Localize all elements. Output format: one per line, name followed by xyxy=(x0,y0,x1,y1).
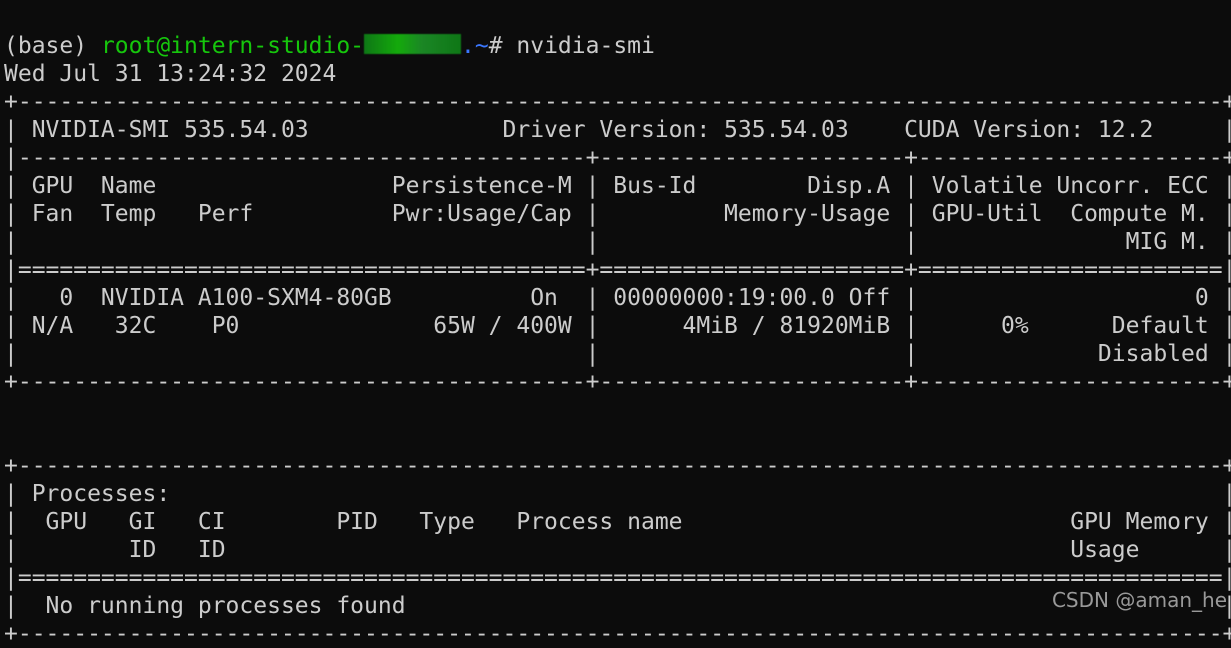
smi-line: | GPU GI CI PID Type Process name GPU Me… xyxy=(4,509,1231,535)
smi-line: |---------------------------------------… xyxy=(4,145,1231,171)
smi-table: +---------------------------------------… xyxy=(4,88,1231,648)
prompt-symbol: # xyxy=(488,33,517,59)
smi-line: +---------------------------------------… xyxy=(4,369,1231,395)
smi-line: +---------------------------------------… xyxy=(4,621,1231,647)
smi-line: | | | Disabled | xyxy=(4,341,1231,367)
smi-line: +---------------------------------------… xyxy=(4,89,1231,115)
prompt-line: (base) root@intern-studio-0123456.~# nvi… xyxy=(4,32,1231,60)
timestamp-line: Wed Jul 31 13:24:32 2024 xyxy=(4,61,337,87)
smi-line: | 0 NVIDIA A100-SXM4-80GB On | 00000000:… xyxy=(4,285,1231,311)
conda-env: (base) xyxy=(4,33,101,59)
smi-line: | Processes: | xyxy=(4,481,1231,507)
smi-line: | | | MIG M. | xyxy=(4,229,1231,255)
smi-line xyxy=(4,396,1231,424)
redacted-hostname: 0123456 xyxy=(364,34,461,54)
smi-line: | N/A 32C P0 65W / 400W | 4MiB / 81920Mi… xyxy=(4,313,1231,339)
smi-line: +---------------------------------------… xyxy=(4,453,1231,479)
smi-line: |=======================================… xyxy=(4,257,1231,283)
command-text[interactable]: nvidia-smi xyxy=(516,33,654,59)
current-directory: .~ xyxy=(460,33,489,59)
watermark: CSDN @aman_he xyxy=(1051,588,1227,612)
smi-line: | NVIDIA-SMI 535.54.03 Driver Version: 5… xyxy=(4,117,1231,143)
smi-line: | No running processes found | xyxy=(4,593,1231,619)
terminal-output: (base) root@intern-studio-0123456.~# nvi… xyxy=(4,32,1231,648)
smi-line: |=======================================… xyxy=(4,565,1231,591)
smi-line: | GPU Name Persistence-M | Bus-Id Disp.A… xyxy=(4,173,1231,199)
smi-line xyxy=(4,424,1231,452)
smi-line: | Fan Temp Perf Pwr:Usage/Cap | Memory-U… xyxy=(4,201,1231,227)
user-host: root@intern-studio- xyxy=(100,33,365,59)
smi-line: | ID ID Usage | xyxy=(4,537,1231,563)
